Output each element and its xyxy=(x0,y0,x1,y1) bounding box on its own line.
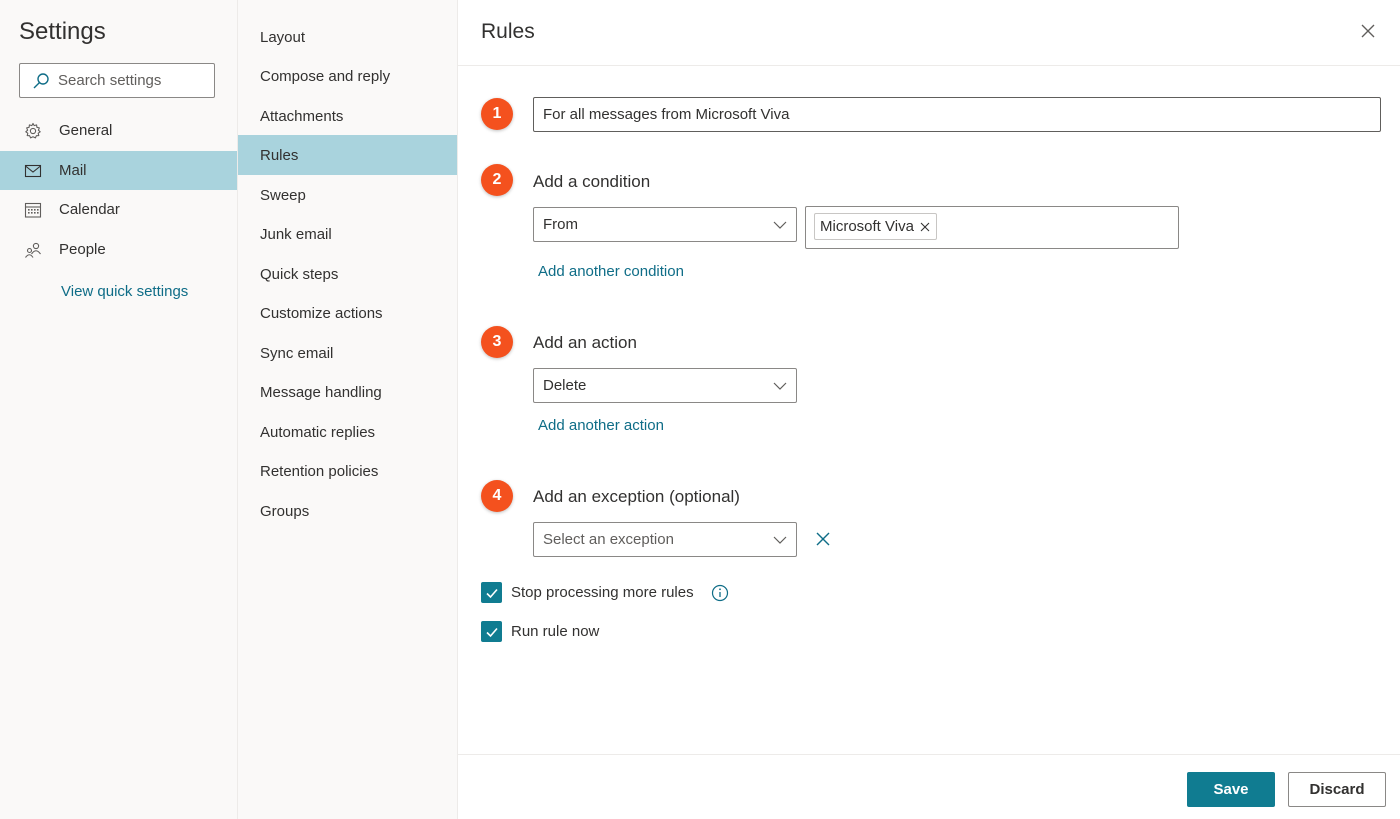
calendar-icon xyxy=(24,201,42,219)
condition-dropdown-value: From xyxy=(543,216,578,233)
nav-item-people[interactable]: People xyxy=(0,230,237,269)
step-badge-1: 1 xyxy=(481,98,513,130)
subnav-item-sweep[interactable]: Sweep xyxy=(238,175,457,215)
subnav-item-attachments[interactable]: Attachments xyxy=(238,96,457,136)
action-dropdown-value: Delete xyxy=(543,377,587,394)
subnav-item-automatic-replies[interactable]: Automatic replies xyxy=(238,412,457,452)
condition-label: Add a condition xyxy=(533,172,651,191)
exception-label: Add an exception (optional) xyxy=(533,487,740,506)
rule-name-input[interactable] xyxy=(533,97,1381,132)
step-badge-2: 2 xyxy=(481,164,513,196)
footer-divider xyxy=(458,754,1400,755)
settings-title: Settings xyxy=(19,18,106,45)
nav-item-label: Mail xyxy=(59,162,87,179)
nav-item-label: People xyxy=(59,241,106,258)
sender-chip: Microsoft Viva xyxy=(814,213,937,240)
nav-item-label: General xyxy=(59,122,113,139)
search-box[interactable] xyxy=(19,63,215,98)
stop-processing-checkbox[interactable] xyxy=(481,582,502,603)
sender-picker[interactable]: Microsoft Viva xyxy=(805,206,1179,249)
search-icon xyxy=(33,72,49,88)
exception-dropdown-placeholder: Select an exception xyxy=(543,531,674,548)
subnav-item-compose-and-reply[interactable]: Compose and reply xyxy=(238,56,457,96)
condition-dropdown[interactable]: From xyxy=(533,207,797,242)
info-icon[interactable] xyxy=(711,584,729,602)
mail-subnav-pane: Layout Compose and reply Attachments Rul… xyxy=(238,0,458,819)
step-badge-4: 4 xyxy=(481,480,513,512)
mail-icon xyxy=(24,162,42,180)
run-rule-now-label: Run rule now xyxy=(511,623,600,640)
subnav-item-message-handling[interactable]: Message handling xyxy=(238,372,457,412)
action-dropdown[interactable]: Delete xyxy=(533,368,797,403)
nav-item-mail[interactable]: Mail xyxy=(0,151,237,190)
stop-processing-label: Stop processing more rules xyxy=(511,584,694,601)
save-button[interactable]: Save xyxy=(1187,772,1275,807)
subnav-item-customize-actions[interactable]: Customize actions xyxy=(238,293,457,333)
close-icon[interactable] xyxy=(1359,22,1377,40)
nav-item-label: Calendar xyxy=(59,201,120,218)
view-quick-settings-link[interactable]: View quick settings xyxy=(61,283,188,300)
add-condition-link[interactable]: Add another condition xyxy=(538,263,684,280)
subnav-item-groups[interactable]: Groups xyxy=(238,491,457,531)
checkmark-icon xyxy=(485,627,498,637)
people-icon xyxy=(24,241,42,259)
subnav-item-rules[interactable]: Rules xyxy=(238,135,457,175)
add-action-link[interactable]: Add another action xyxy=(538,417,664,434)
settings-nav-pane: Settings General Mail Calendar People Vi… xyxy=(0,0,238,819)
page-title: Rules xyxy=(481,20,535,43)
run-rule-now-row: Run rule now xyxy=(481,621,599,642)
chevron-down-icon xyxy=(773,382,787,390)
step-badge-3: 3 xyxy=(481,326,513,358)
search-input[interactable] xyxy=(58,72,208,89)
subnav-item-sync-email[interactable]: Sync email xyxy=(238,333,457,373)
chevron-down-icon xyxy=(773,536,787,544)
subnav-item-junk-email[interactable]: Junk email xyxy=(238,214,457,254)
chevron-down-icon xyxy=(773,221,787,229)
checkmark-icon xyxy=(485,588,498,598)
subnav-item-quick-steps[interactable]: Quick steps xyxy=(238,254,457,294)
stop-processing-row: Stop processing more rules xyxy=(481,582,729,603)
remove-exception-icon[interactable] xyxy=(815,531,831,547)
action-label: Add an action xyxy=(533,333,637,352)
sender-chip-label: Microsoft Viva xyxy=(820,218,914,235)
gear-icon xyxy=(24,122,42,140)
remove-chip-icon[interactable] xyxy=(920,222,930,232)
rule-editor-pane: Rules 1 2 Add a condition From Microsoft… xyxy=(458,0,1400,819)
subnav-item-layout[interactable]: Layout xyxy=(238,17,457,57)
nav-item-calendar[interactable]: Calendar xyxy=(0,190,237,229)
subnav-item-retention-policies[interactable]: Retention policies xyxy=(238,451,457,491)
nav-item-general[interactable]: General xyxy=(0,111,237,150)
run-rule-now-checkbox[interactable] xyxy=(481,621,502,642)
exception-dropdown[interactable]: Select an exception xyxy=(533,522,797,557)
header-divider xyxy=(458,65,1400,66)
discard-button[interactable]: Discard xyxy=(1288,772,1386,807)
